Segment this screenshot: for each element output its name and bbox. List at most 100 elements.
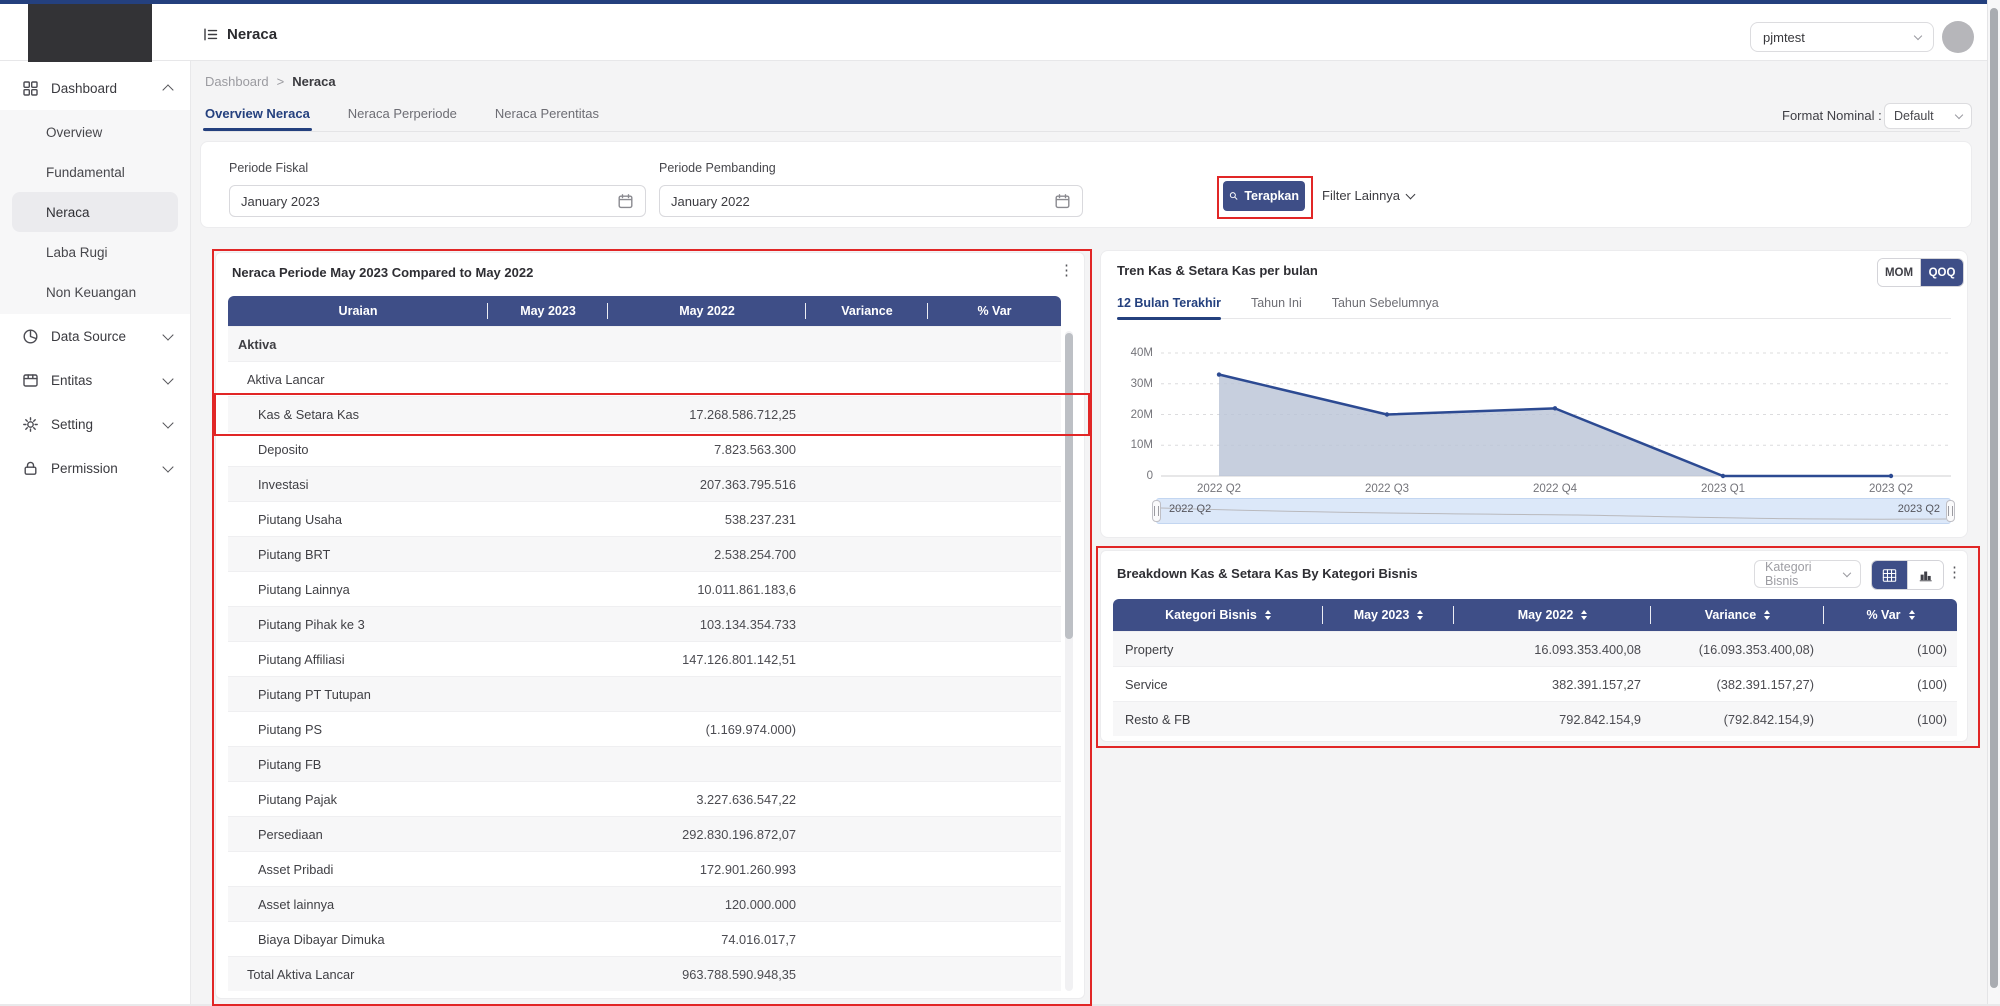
tab-neraca-perentitas[interactable]: Neraca Perentitas bbox=[495, 106, 599, 130]
menu-fold-icon[interactable] bbox=[202, 26, 219, 43]
sidebar-item-dashboard[interactable]: Dashboard bbox=[0, 66, 190, 110]
x-tick-label: 2023 Q2 bbox=[1841, 483, 1941, 495]
periode-fiskal-input[interactable]: January 2023 bbox=[229, 185, 646, 217]
format-nominal-select[interactable]: Default bbox=[1884, 103, 1972, 129]
periode-pembanding-input[interactable]: January 2022 bbox=[659, 185, 1083, 217]
neraca-row-biaya-dibayar-dimuka[interactable]: Biaya Dibayar Dimuka74.016.017,7 bbox=[228, 921, 1061, 956]
column-header-may-2023[interactable]: May 2023 bbox=[1323, 599, 1454, 631]
tabs-divider bbox=[205, 131, 1960, 132]
breadcrumb: Dashboard > Neraca bbox=[205, 74, 336, 89]
breakdown-row-service[interactable]: Service382.391.157,27(382.391.157,27)(10… bbox=[1113, 666, 1957, 701]
tab-overview-neraca[interactable]: Overview Neraca bbox=[205, 106, 310, 130]
breakdown-row-resto-fb[interactable]: Resto & FB792.842.154,9(792.842.154,9)(1… bbox=[1113, 701, 1957, 736]
row-value bbox=[806, 397, 928, 431]
row-value bbox=[806, 782, 928, 816]
neraca-row-investasi[interactable]: Investasi207.363.795.516 bbox=[228, 466, 1061, 501]
filter-lainnya-button[interactable]: Filter Lainnya bbox=[1322, 188, 1414, 203]
row-label: Property bbox=[1113, 632, 1323, 666]
sidebar-item-data-source[interactable]: Data Source bbox=[0, 314, 190, 358]
row-label: Service bbox=[1113, 667, 1323, 701]
toggle-qoq[interactable]: QOQ bbox=[1920, 259, 1963, 286]
brush-end-label: 2023 Q2 bbox=[1898, 503, 1940, 515]
kategori-bisnis-dropdown[interactable]: Kategori Bisnis bbox=[1754, 560, 1861, 588]
column-header-kategori-bisnis[interactable]: Kategori Bisnis bbox=[1113, 599, 1323, 631]
tab-neraca-perperiode[interactable]: Neraca Perperiode bbox=[348, 106, 457, 130]
range-tab-tahun-ini[interactable]: Tahun Ini bbox=[1251, 296, 1302, 320]
breakdown-row-property[interactable]: Property16.093.353.400,08(16.093.353.400… bbox=[1113, 631, 1957, 666]
row-value bbox=[488, 467, 608, 501]
neraca-row-total-aktiva-lancar[interactable]: Total Aktiva Lancar 963.788.590.948,35 bbox=[228, 956, 1061, 991]
row-value bbox=[928, 362, 1061, 396]
table-view-icon bbox=[1882, 568, 1897, 583]
more-menu-icon[interactable]: ⋮ bbox=[1947, 565, 1962, 580]
sidebar-item-permission[interactable]: Permission bbox=[0, 446, 190, 490]
sidebar-item-laba-rugi[interactable]: Laba Rugi bbox=[12, 232, 178, 272]
neraca-row-piutang-lainnya[interactable]: Piutang Lainnya10.011.861.183,6 bbox=[228, 571, 1061, 606]
table-scrollbar[interactable] bbox=[1065, 331, 1073, 991]
neraca-row-piutang-pajak[interactable]: Piutang Pajak3.227.636.547,22 bbox=[228, 781, 1061, 816]
neraca-row-deposito[interactable]: Deposito7.823.563.300 bbox=[228, 431, 1061, 466]
brush-left-handle[interactable] bbox=[1152, 500, 1161, 522]
neraca-row-piutang-affiliasi[interactable]: Piutang Affiliasi147.126.801.142,51 bbox=[228, 641, 1061, 676]
range-tab-tahun-sebelumnya[interactable]: Tahun Sebelumnya bbox=[1332, 296, 1439, 320]
column-header-variance[interactable]: Variance bbox=[1651, 599, 1824, 631]
range-tabs: 12 Bulan Terakhir Tahun Ini Tahun Sebelumn… bbox=[1117, 296, 1439, 320]
row-value: (100) bbox=[1824, 702, 1957, 736]
table-view-button[interactable] bbox=[1872, 561, 1907, 589]
neraca-row-asset-pribadi[interactable]: Asset Pribadi172.901.260.993 bbox=[228, 851, 1061, 886]
table-scrollbar-thumb[interactable] bbox=[1065, 333, 1073, 639]
sidebar-item-neraca[interactable]: Neraca bbox=[12, 192, 178, 232]
periode-pembanding-label: Periode Pembanding bbox=[659, 161, 776, 175]
row-label: Kas & Setara Kas bbox=[228, 397, 488, 431]
column-header--var[interactable]: % Var bbox=[1824, 599, 1957, 631]
filter-lainnya-label: Filter Lainnya bbox=[1322, 188, 1400, 203]
column-header-may-2022[interactable]: May 2022 bbox=[1454, 599, 1651, 631]
range-tab-12-bulan-terakhir[interactable]: 12 Bulan Terakhir bbox=[1117, 296, 1221, 320]
page-scrollbar[interactable] bbox=[1987, 0, 2000, 1004]
chevron-down-icon bbox=[162, 329, 173, 340]
chevron-down-icon bbox=[1914, 31, 1922, 39]
row-value: 963.788.590.948,35 bbox=[608, 957, 806, 991]
page-title-text: Neraca bbox=[227, 26, 277, 43]
sidebar-item-fundamental[interactable]: Fundamental bbox=[12, 152, 178, 192]
sidebar-item-label: Entitas bbox=[51, 373, 152, 388]
chevron-down-icon bbox=[162, 373, 173, 384]
neraca-row-aktiva-lancar[interactable]: Aktiva Lancar bbox=[228, 361, 1061, 396]
row-value bbox=[608, 677, 806, 711]
toggle-mom[interactable]: MOM bbox=[1878, 259, 1920, 286]
sidebar-item-non-keuangan[interactable]: Non Keuangan bbox=[12, 272, 178, 312]
neraca-row-asset-lainnya[interactable]: Asset lainnya120.000.000 bbox=[228, 886, 1061, 921]
terapkan-button[interactable]: Terapkan bbox=[1223, 181, 1305, 211]
neraca-row-piutang-brt[interactable]: Piutang BRT2.538.254.700 bbox=[228, 536, 1061, 571]
sidebar-item-label: Data Source bbox=[51, 329, 152, 344]
neraca-row-piutang-fb[interactable]: Piutang FB bbox=[228, 746, 1061, 781]
neraca-row-piutang-pihak-ke-3[interactable]: Piutang Pihak ke 3103.134.354.733 bbox=[228, 606, 1061, 641]
sidebar-item-label: Setting bbox=[51, 417, 152, 432]
neraca-row-aktiva[interactable]: Aktiva bbox=[228, 326, 1061, 361]
kategori-bisnis-value: Kategori Bisnis bbox=[1765, 560, 1844, 588]
chart-range-brush[interactable]: 2022 Q2 2023 Q2 bbox=[1156, 498, 1951, 524]
neraca-row-piutang-ps[interactable]: Piutang PS(1.169.974.000) bbox=[228, 711, 1061, 746]
sidebar-item-setting[interactable]: Setting bbox=[0, 402, 190, 446]
avatar[interactable] bbox=[1942, 21, 1974, 53]
more-menu-icon[interactable]: ⋮ bbox=[1059, 263, 1074, 278]
neraca-row-piutang-usaha[interactable]: Piutang Usaha538.237.231 bbox=[228, 501, 1061, 536]
row-label: Piutang Pajak bbox=[228, 782, 488, 816]
chart-view-button[interactable] bbox=[1907, 561, 1943, 589]
brush-sparkline bbox=[1157, 499, 1950, 523]
neraca-row-kas-setara-kas[interactable]: Kas & Setara Kas17.268.586.712,25 bbox=[228, 396, 1061, 431]
page-scrollbar-thumb[interactable] bbox=[1990, 8, 1998, 988]
breadcrumb-parent[interactable]: Dashboard bbox=[205, 74, 269, 89]
neraca-row-piutang-pt-tutupan[interactable]: Piutang PT Tutupan bbox=[228, 676, 1061, 711]
brush-right-handle[interactable] bbox=[1946, 500, 1955, 522]
row-value bbox=[1323, 702, 1454, 736]
row-value: 292.830.196.872,07 bbox=[608, 817, 806, 851]
row-value bbox=[806, 817, 928, 851]
sidebar-item-entitas[interactable]: Entitas bbox=[0, 358, 190, 402]
neraca-row-persediaan[interactable]: Persediaan292.830.196.872,07 bbox=[228, 816, 1061, 851]
row-label: Total Aktiva Lancar bbox=[228, 957, 488, 991]
row-label: Piutang PT Tutupan bbox=[228, 677, 488, 711]
sidebar-item-overview[interactable]: Overview bbox=[12, 112, 178, 152]
user-dropdown[interactable]: pjmtest bbox=[1750, 22, 1934, 52]
row-value bbox=[928, 782, 1061, 816]
